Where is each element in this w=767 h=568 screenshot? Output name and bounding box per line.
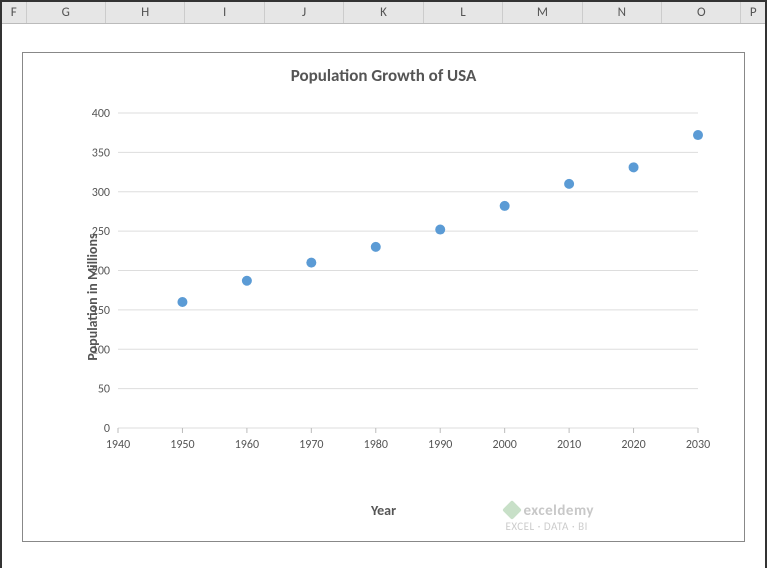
column-header-J[interactable]: J <box>265 2 344 23</box>
column-header-L[interactable]: L <box>424 2 503 23</box>
data-point[interactable] <box>435 225 445 235</box>
data-point[interactable] <box>306 258 316 268</box>
worksheet-area[interactable]: Population Growth of USA Population in M… <box>2 24 765 568</box>
y-tick-label: 0 <box>104 422 110 436</box>
y-tick-label: 150 <box>92 304 110 318</box>
data-point[interactable] <box>242 276 252 286</box>
column-header-P[interactable]: P <box>741 2 765 23</box>
column-header-F[interactable]: F <box>2 2 27 23</box>
x-tick-label: 2000 <box>493 438 517 452</box>
x-tick-label: 1970 <box>299 438 323 452</box>
column-header-O[interactable]: O <box>662 2 741 23</box>
data-point[interactable] <box>693 130 703 140</box>
watermark-logo-icon <box>503 500 523 520</box>
data-point[interactable] <box>177 297 187 307</box>
data-point[interactable] <box>629 162 639 172</box>
watermark-tagline: EXCEL · DATA · BI <box>505 520 587 533</box>
column-header-N[interactable]: N <box>583 2 662 23</box>
watermark-brand: exceldemy <box>523 502 594 520</box>
y-tick-label: 300 <box>92 186 110 200</box>
x-tick-label: 1960 <box>235 438 259 452</box>
watermark: exceldemy EXCEL · DATA · BI <box>505 502 594 533</box>
data-point[interactable] <box>564 179 574 189</box>
y-tick-label: 100 <box>92 343 110 357</box>
column-header-H[interactable]: H <box>106 2 185 23</box>
data-point[interactable] <box>371 242 381 252</box>
chart-title[interactable]: Population Growth of USA <box>23 53 744 86</box>
chart-object[interactable]: Population Growth of USA Population in M… <box>22 52 745 542</box>
x-tick-label: 1950 <box>170 438 194 452</box>
y-tick-label: 250 <box>92 225 110 239</box>
x-axis-label[interactable]: Year <box>371 502 396 519</box>
column-header-I[interactable]: I <box>185 2 264 23</box>
chart-svg: 0 50 100 150 200 250 300 350 400 1940 1950 1960 1970… <box>63 108 713 458</box>
x-tick-label: 2020 <box>621 438 645 452</box>
x-tick-label: 1940 <box>106 438 130 452</box>
y-tick-label: 400 <box>92 108 110 121</box>
y-tick-label: 50 <box>98 383 110 397</box>
data-point[interactable] <box>500 201 510 211</box>
column-header-G[interactable]: G <box>27 2 106 23</box>
x-tick-label: 2030 <box>686 438 710 452</box>
x-tick-label: 1980 <box>364 438 388 452</box>
column-headers-row: FGHIJKLMNOP <box>2 2 765 24</box>
column-header-K[interactable]: K <box>344 2 423 23</box>
column-header-M[interactable]: M <box>503 2 582 23</box>
plot-area[interactable]: 0 50 100 150 200 250 300 350 400 1940 1950 1960 1970… <box>63 108 713 458</box>
x-tick-label: 2010 <box>557 438 581 452</box>
y-tick-label: 200 <box>92 265 110 279</box>
x-tick-label: 1990 <box>428 438 452 452</box>
y-tick-label: 350 <box>92 146 110 160</box>
